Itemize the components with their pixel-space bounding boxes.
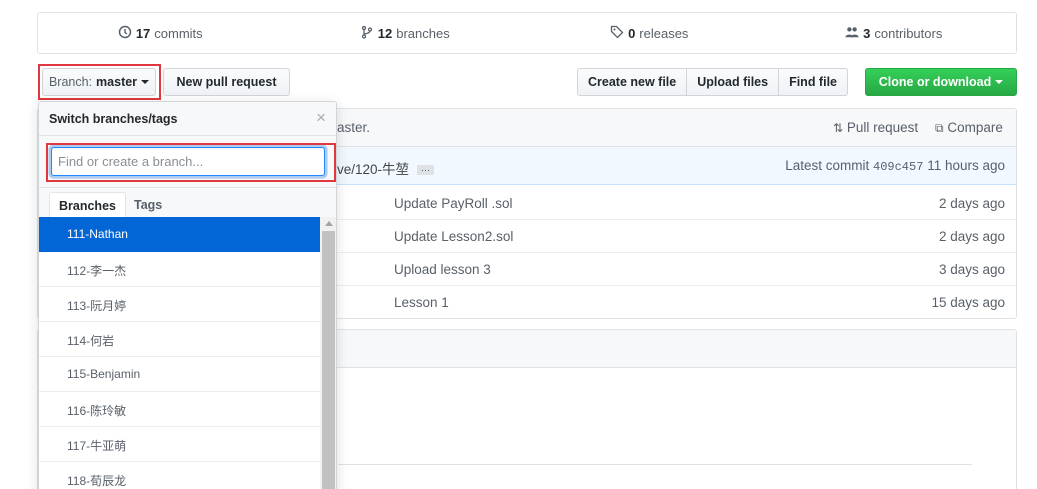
clone-label: Clone or download [878,75,992,89]
upload-files-button[interactable]: Upload files [687,68,780,96]
branch-item[interactable]: 111-Nathan [39,217,320,252]
commit-age: 3 days ago [938,262,1005,277]
close-icon[interactable]: × [316,108,326,128]
commit-message-link[interactable]: Update PayRoll .sol [394,196,513,211]
latest-commit-info: Latest commit 409c457 11 hours ago [785,158,1005,174]
commits-link[interactable]: 17 commits [38,25,283,42]
dropdown-title: Switch branches/tags [49,112,178,126]
releases-count: 0 [628,25,636,41]
highlight-box-branch [38,64,161,100]
file-actions-group: Create new file Upload files Find file [577,68,848,96]
chevron-down-icon [995,80,1004,84]
scrollbar-thumb[interactable] [322,231,335,489]
compare-label: Compare [947,120,1003,135]
branches-link[interactable]: 12 branches [283,25,528,42]
branch-item[interactable]: 113-阮月婷 [39,287,320,322]
latest-commit-branch-text: ve/120-牛堃 [337,162,410,177]
branch-tag-tabs: Branches Tags [39,188,336,219]
latest-commit-age: 11 hours ago [927,158,1005,173]
releases-label: releases [639,25,689,41]
compare-icon: ⧉ [935,121,944,135]
commits-count: 17 [135,25,151,41]
branch-status-text: aster. [337,120,371,135]
clone-or-download-button[interactable]: Clone or download [865,68,1017,96]
create-new-file-button[interactable]: Create new file [577,68,688,96]
contributors-label: contributors [874,25,943,41]
branch-item[interactable]: 112-李一杰 [39,252,320,287]
branch-list-scrollbar[interactable] [320,217,336,489]
tag-icon [610,25,624,42]
dropdown-header: Switch branches/tags × [39,102,336,136]
new-pull-request-button[interactable]: New pull request [163,68,290,96]
branches-count: 12 [377,25,393,41]
contributors-count: 3 [863,25,871,41]
branch-item[interactable]: 118-荀辰龙 [39,462,320,489]
branches-label: branches [396,25,450,41]
history-icon [118,25,132,42]
pull-request-label: Pull request [846,120,919,135]
pull-request-icon: ⇅ [833,121,844,135]
branch-item[interactable]: 116-陈玲敏 [39,392,320,427]
readme-divider [338,464,972,465]
tab-tags[interactable]: Tags [125,192,171,219]
scroll-up-icon[interactable] [325,221,333,226]
branch-item[interactable]: 114-何岩 [39,322,320,357]
repo-summary-bar: 17 commits 12 branches 0 releases 3 cont… [37,12,1017,54]
commit-message-link[interactable]: Upload lesson 3 [394,262,491,277]
commit-age: 2 days ago [938,196,1005,211]
commit-message-link[interactable]: Update Lesson2.sol [394,229,513,244]
branch-item[interactable]: 115-Benjamin [39,357,320,392]
branch-list: 111-Nathan 112-李一杰 113-阮月婷 114-何岩 115-Be… [39,217,320,489]
expand-ellipsis-button[interactable]: ··· [417,165,435,176]
branch-icon [360,25,374,42]
find-file-button[interactable]: Find file [779,68,848,96]
compare-link[interactable]: ⧉ Compare [935,120,1003,136]
commit-sha-link[interactable]: 409c457 [873,160,923,174]
commit-age: 2 days ago [938,229,1005,244]
commit-age: 15 days ago [931,295,1005,310]
highlight-box-search [46,143,336,182]
commit-message-link[interactable]: Lesson 1 [394,295,449,310]
pull-request-link[interactable]: ⇅ Pull request [833,120,918,135]
tab-branches[interactable]: Branches [49,192,126,219]
releases-link[interactable]: 0 releases [527,25,772,42]
commits-label: commits [154,25,203,41]
contributors-link[interactable]: 3 contributors [772,25,1017,42]
latest-commit-label: Latest commit [785,158,870,173]
latest-commit-branch: ve/120-牛堃 ··· [337,158,435,178]
branch-item[interactable]: 117-牛亚萌 [39,427,320,462]
people-icon [845,25,859,42]
